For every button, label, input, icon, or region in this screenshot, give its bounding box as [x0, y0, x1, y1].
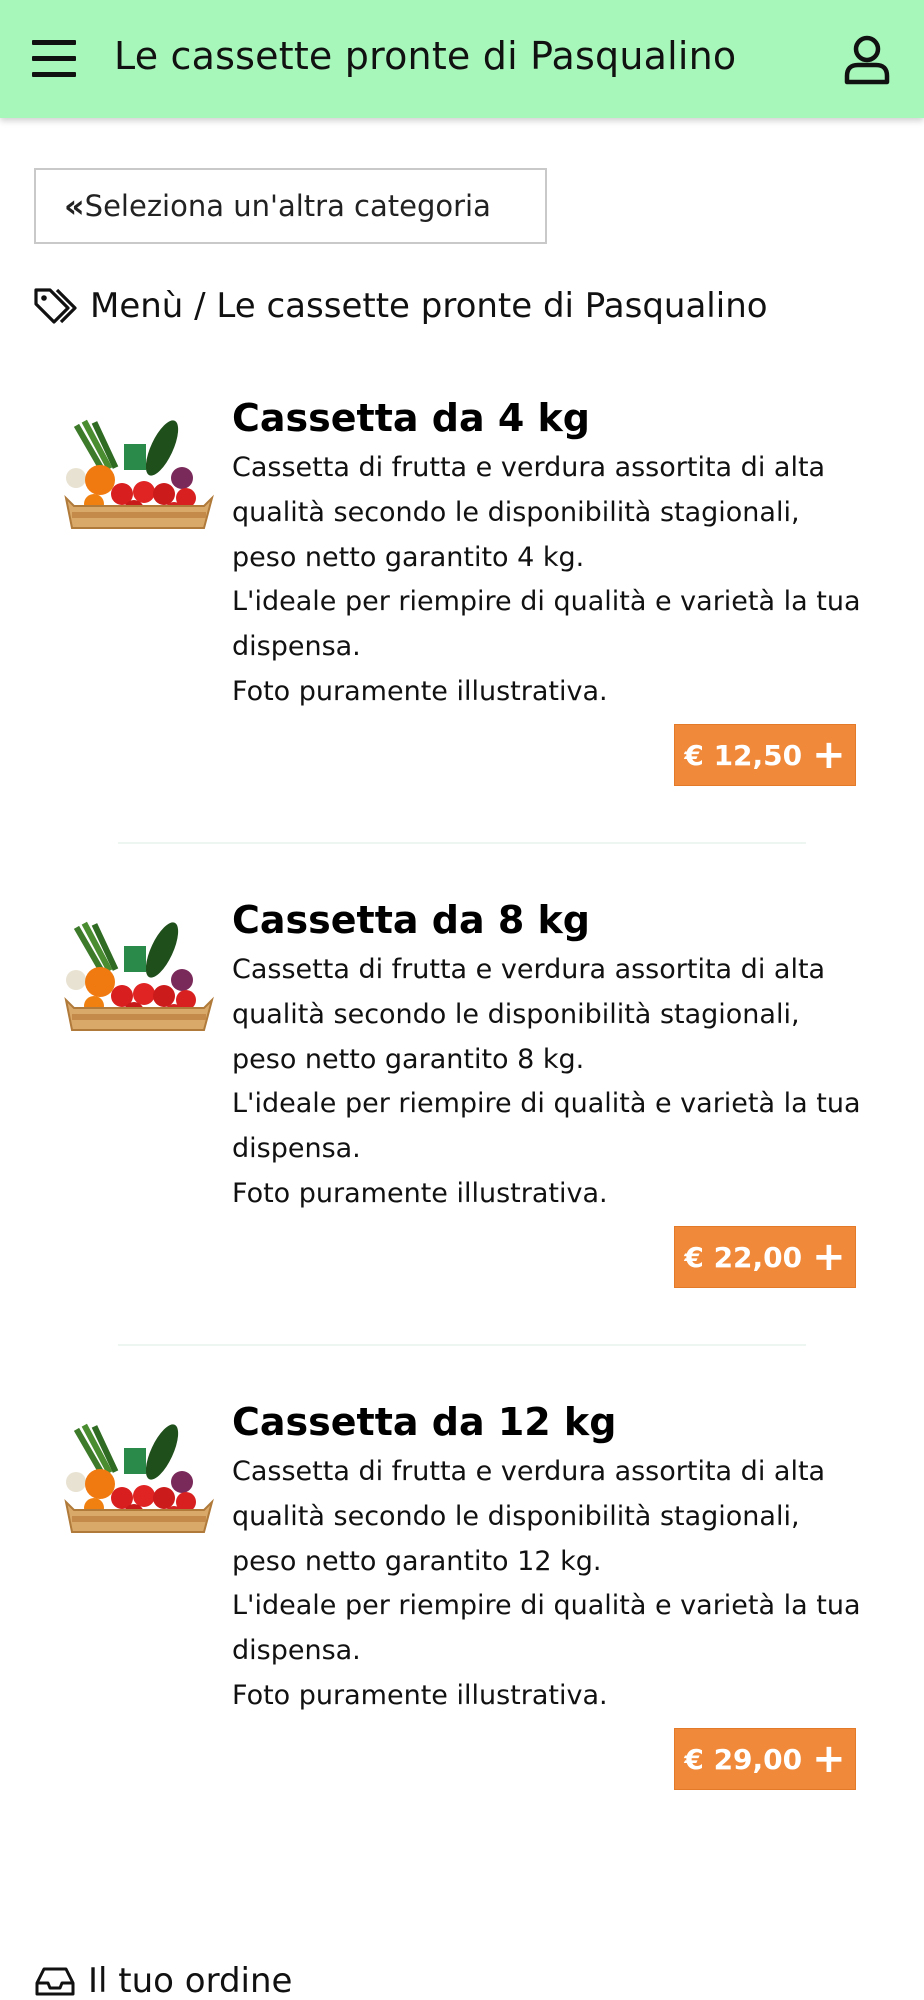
add-to-cart-button[interactable]: € 22,00 + — [674, 1226, 856, 1288]
order-section-label: Il tuo ordine — [88, 1961, 293, 2000]
plus-icon: + — [812, 732, 846, 778]
product-description-line: Cassetta di frutta e verdura assortita d… — [232, 452, 826, 573]
breadcrumb: Menù / Le cassette pronte di Pasqualino — [32, 278, 892, 334]
top-app-bar: Le cassette pronte di Pasqualino — [0, 0, 924, 118]
produce-crate-image — [64, 1423, 214, 1533]
divider — [118, 1344, 806, 1346]
produce-crate-image — [64, 419, 214, 529]
price-label: € 12,50 — [684, 738, 803, 772]
product-description: Cassetta di frutta e verdura assortita d… — [232, 1450, 872, 1719]
product-description: Cassetta di frutta e verdura assortita d… — [232, 446, 872, 715]
product-name: Cassetta da 12 kg — [232, 1400, 617, 1444]
product-name: Cassetta da 4 kg — [232, 396, 590, 440]
divider — [118, 842, 806, 844]
price-label: € 22,00 — [684, 1240, 803, 1274]
add-to-cart-button[interactable]: € 29,00 + — [674, 1728, 856, 1790]
plus-icon: + — [812, 1736, 846, 1782]
page-title: Le cassette pronte di Pasqualino — [114, 34, 737, 78]
hamburger-menu-icon[interactable] — [32, 38, 78, 80]
product-description-line: L'ideale per riempire di qualità e varie… — [232, 586, 861, 663]
product-name: Cassetta da 8 kg — [232, 898, 590, 942]
product-description-line: Cassetta di frutta e verdura assortita d… — [232, 1456, 826, 1577]
product-description-line: Foto puramente illustrativa. — [232, 675, 608, 707]
add-to-cart-button[interactable]: € 12,50 + — [674, 724, 856, 786]
product-description-line: Foto puramente illustrativa. — [232, 1177, 608, 1209]
price-label: € 29,00 — [684, 1742, 803, 1776]
inbox-icon — [35, 1967, 75, 1996]
breadcrumb-text: Menù / Le cassette pronte di Pasqualino — [90, 286, 768, 326]
user-icon[interactable] — [842, 34, 892, 86]
plus-icon: + — [812, 1234, 846, 1280]
product-description-line: L'ideale per riempire di qualità e varie… — [232, 1088, 861, 1165]
product-description: Cassetta di frutta e verdura assortita d… — [232, 948, 872, 1217]
product-description-line: Cassetta di frutta e verdura assortita d… — [232, 954, 826, 1075]
tags-icon — [34, 288, 77, 324]
select-other-category-button[interactable]: « Seleziona un'altra categoria — [34, 168, 547, 244]
produce-crate-image — [64, 921, 214, 1031]
back-button-label: Seleziona un'altra categoria — [84, 189, 491, 223]
product-description-line: L'ideale per riempire di qualità e varie… — [232, 1590, 861, 1667]
double-chevron-left-icon: « — [64, 187, 85, 225]
product-description-line: Foto puramente illustrativa. — [232, 1679, 608, 1711]
order-section-header[interactable]: Il tuo ordine — [34, 1956, 292, 2000]
